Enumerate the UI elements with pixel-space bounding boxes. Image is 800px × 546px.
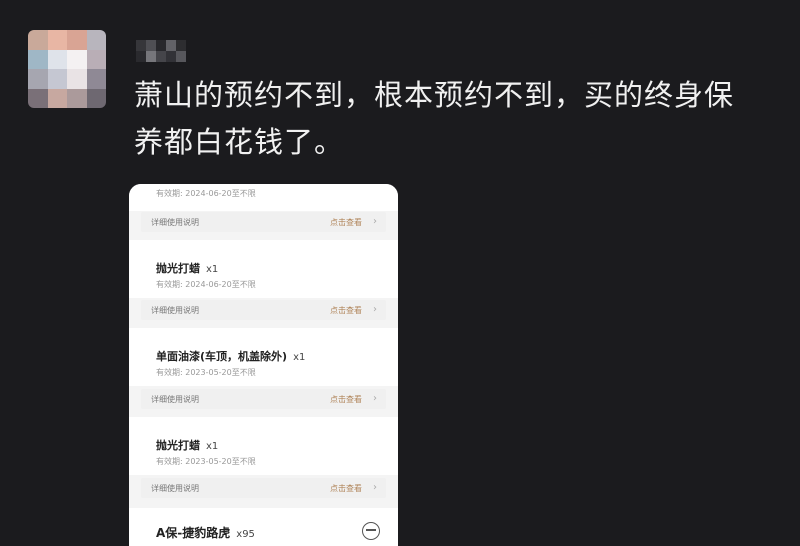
item-title: 抛光打蜡 x1 [156, 260, 218, 276]
detail-label: 详细使用说明 [151, 395, 199, 404]
item-name: 抛光打蜡 [156, 262, 200, 275]
detail-link[interactable]: 点击查看 [330, 483, 362, 494]
screenshot-card[interactable]: 有效期: 2024-06-20至不限 详细使用说明 点击查看 › 抛光打蜡 x1 … [129, 184, 398, 546]
chevron-right-icon: › [373, 216, 377, 227]
comment-line-1: 萧山的预约不到，根本预约不到，买的终身保 [134, 78, 735, 112]
detail-label: 详细使用说明 [151, 306, 199, 315]
detail-link[interactable]: 点击查看 [330, 217, 362, 228]
item-name: A保-捷豹路虎 [156, 526, 231, 540]
chevron-right-icon: › [373, 393, 377, 404]
list-item: 抛光打蜡 x1 有效期: 2024-06-20至不限 [129, 240, 398, 298]
list-item: 有效期: 2024-06-20至不限 [129, 184, 398, 211]
item-qty: x1 [206, 264, 219, 275]
item-name: 单面油漆(车顶，机盖除外) [156, 350, 288, 363]
list-item: 抛光打蜡 x1 有效期: 2023-05-20至不限 [129, 417, 398, 475]
item-title: 单面油漆(车顶，机盖除外) x1 [156, 348, 305, 364]
minus-circle-icon[interactable] [362, 522, 380, 540]
item-qty: x1 [206, 441, 219, 452]
item-validity: 有效期: 2024-06-20至不限 [156, 189, 256, 198]
username-blurred[interactable] [136, 40, 186, 62]
list-item: 单面油漆(车顶，机盖除外) x1 有效期: 2023-05-20至不限 [129, 328, 398, 386]
item-validity: 有效期: 2023-05-20至不限 [156, 368, 256, 377]
comment-screen: 萧山的预约不到，根本预约不到，买的终身保 养都白花钱了。 有效期: 2024-0… [0, 0, 800, 546]
detail-row[interactable]: 详细使用说明 点击查看 › [141, 389, 386, 409]
item-validity: 有效期: 2023-05-20至不限 [156, 457, 256, 466]
comment-line-2: 养都白花钱了。 [134, 125, 345, 159]
item-name: 抛光打蜡 [156, 439, 200, 452]
item-title: 抛光打蜡 x1 [156, 437, 218, 453]
detail-label: 详细使用说明 [151, 218, 199, 227]
avatar[interactable] [28, 30, 106, 108]
chevron-right-icon: › [373, 304, 377, 315]
detail-row[interactable]: 详细使用说明 点击查看 › [141, 300, 386, 320]
item-title: A保-捷豹路虎 x95 [156, 524, 255, 541]
chevron-right-icon: › [373, 482, 377, 493]
item-qty: x1 [293, 352, 306, 363]
comment-text: 萧山的预约不到，根本预约不到，买的终身保 养都白花钱了。 [134, 72, 774, 166]
detail-link[interactable]: 点击查看 [330, 394, 362, 405]
detail-link[interactable]: 点击查看 [330, 305, 362, 316]
detail-row[interactable]: 详细使用说明 点击查看 › [141, 478, 386, 498]
detail-row[interactable]: 详细使用说明 点击查看 › [141, 212, 386, 232]
detail-label: 详细使用说明 [151, 484, 199, 493]
item-validity: 有效期: 2024-06-20至不限 [156, 280, 256, 289]
item-qty: x95 [236, 529, 255, 540]
